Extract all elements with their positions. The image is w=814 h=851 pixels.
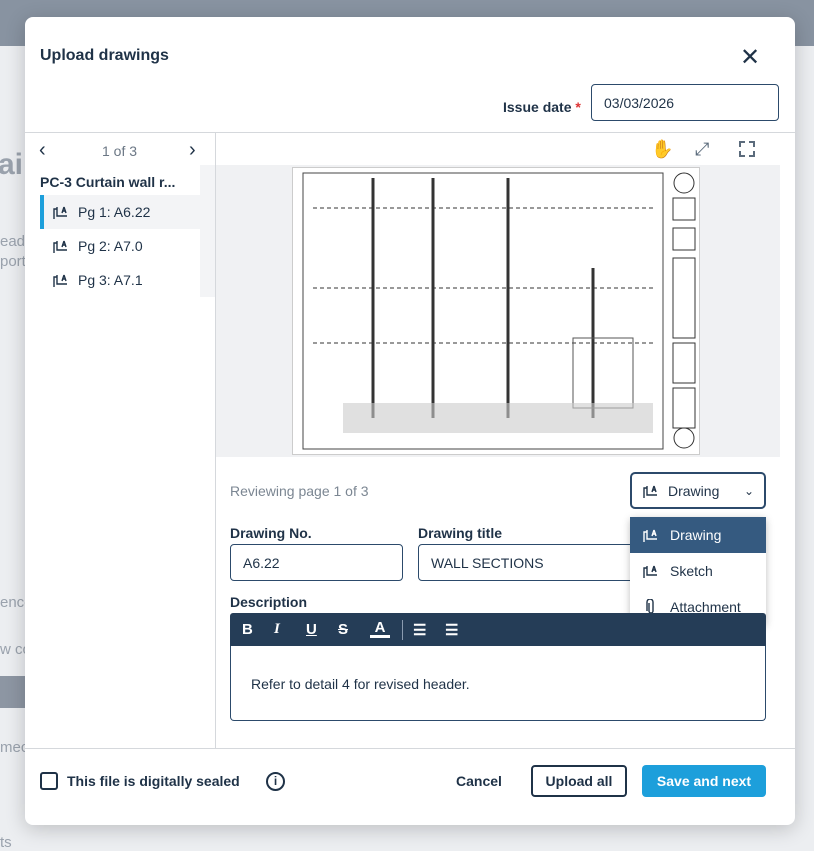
drawing-title-input[interactable]: WALL SECTIONS: [418, 544, 658, 581]
menu-label: Drawing: [670, 527, 722, 543]
drawing-icon: [52, 238, 70, 254]
bullet-list-icon[interactable]: ☰: [445, 621, 477, 639]
page-label: Pg 3: A7.1: [78, 272, 143, 288]
drawing-image: [302, 172, 696, 450]
menu-item-drawing[interactable]: Drawing: [630, 517, 766, 553]
next-page-button[interactable]: ›: [189, 139, 196, 162]
sidebar-scrollbar[interactable]: [200, 165, 215, 297]
strikethrough-button[interactable]: S: [338, 621, 370, 638]
expand-icon[interactable]: ⤢: [695, 139, 709, 160]
page-item[interactable]: Pg 2: A7.0: [40, 229, 200, 263]
upload-all-button[interactable]: Upload all: [531, 765, 627, 797]
bg-text: port: [0, 253, 26, 270]
description-label: Description: [230, 594, 308, 610]
bold-button[interactable]: B: [242, 621, 274, 638]
chevron-down-icon: ⌄: [743, 483, 754, 498]
upload-drawings-modal: Upload drawings ✕ Issue date * 03/03/202…: [25, 17, 795, 825]
divider: [25, 748, 795, 749]
info-icon[interactable]: i: [266, 772, 285, 791]
document-type-dropdown[interactable]: Drawing ⌄: [630, 472, 766, 509]
drawing-icon: [52, 204, 70, 220]
sealed-checkbox[interactable]: [40, 772, 58, 790]
page-counter: 1 of 3: [102, 143, 138, 159]
modal-title: Upload drawings: [40, 47, 169, 64]
drawing-icon: [52, 272, 70, 288]
drawing-icon: [642, 527, 660, 543]
page-item[interactable]: Pg 1: A6.22: [40, 195, 200, 229]
menu-label: Sketch: [670, 563, 713, 579]
page-label: Pg 2: A7.0: [78, 238, 143, 254]
ordered-list-icon[interactable]: ☰: [413, 621, 445, 639]
issue-date-label: Issue date *: [503, 99, 581, 115]
toolbar-divider: [402, 619, 403, 640]
dropdown-value: Drawing: [668, 482, 720, 499]
page-item[interactable]: Pg 3: A7.1: [40, 263, 200, 297]
prev-page-button[interactable]: ‹: [39, 139, 46, 162]
sketch-icon: [642, 563, 660, 579]
drawing-no-input[interactable]: A6.22: [230, 544, 403, 581]
review-status: Reviewing page 1 of 3: [230, 483, 369, 499]
zoom-select-icon[interactable]: [739, 141, 755, 157]
drawing-title-label: Drawing title: [418, 525, 503, 541]
file-name: PC-3 Curtain wall r...: [40, 174, 176, 190]
bg-text: ts: [0, 834, 12, 851]
page-label: Pg 1: A6.22: [78, 204, 151, 220]
description-editor[interactable]: Refer to detail 4 for revised header.: [230, 646, 766, 721]
underline-button[interactable]: U: [306, 621, 338, 638]
menu-item-sketch[interactable]: Sketch: [630, 553, 766, 589]
issue-date-input[interactable]: 03/03/2026: [591, 84, 779, 121]
drawing-icon: [642, 483, 660, 499]
close-icon[interactable]: ✕: [740, 43, 760, 72]
divider: [25, 132, 795, 133]
drawing-sheet: [292, 167, 700, 455]
drawing-preview[interactable]: [216, 165, 780, 457]
save-and-next-button[interactable]: Save and next: [642, 765, 766, 797]
drawing-no-label: Drawing No.: [230, 525, 312, 541]
text-color-button[interactable]: A: [370, 620, 390, 638]
document-type-menu: Drawing Sketch Attachment: [630, 517, 766, 625]
italic-button[interactable]: I: [274, 621, 306, 638]
sealed-label: This file is digitally sealed: [67, 773, 240, 789]
hand-icon[interactable]: ✋: [651, 139, 673, 160]
cancel-button[interactable]: Cancel: [445, 765, 513, 797]
editor-toolbar: B I U S A ☰ ☰: [230, 613, 766, 646]
